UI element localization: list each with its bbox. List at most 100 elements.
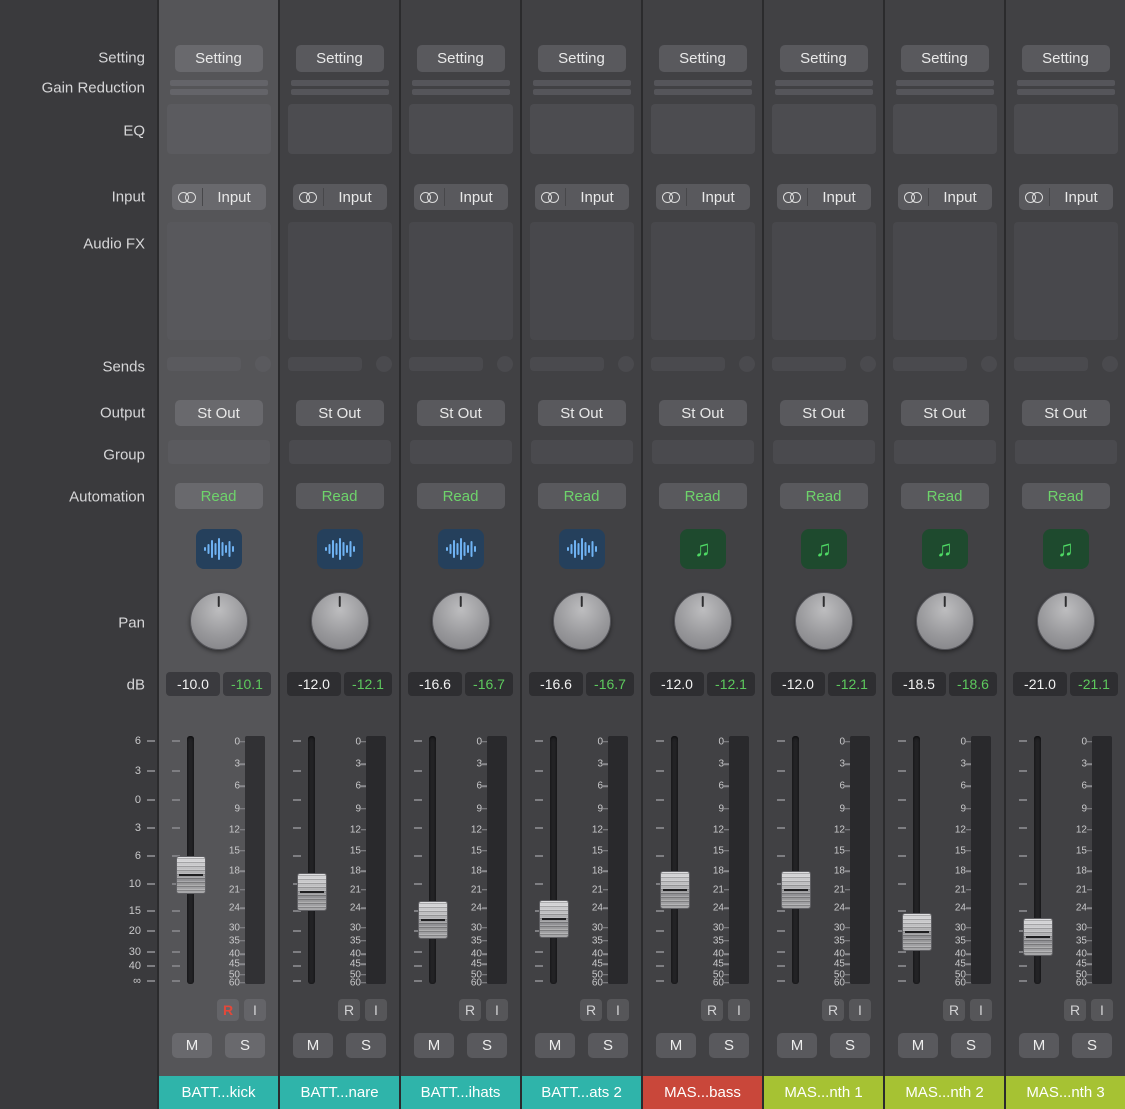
eq-display[interactable] [288, 104, 392, 154]
group-slot[interactable] [1015, 440, 1117, 464]
automation-mode-button[interactable]: Read [417, 483, 505, 509]
automation-mode-button[interactable]: Read [175, 483, 263, 509]
automation-mode-button[interactable]: Read [1022, 483, 1110, 509]
output-button[interactable]: St Out [175, 400, 263, 426]
track-name[interactable]: BATT...ihats [401, 1076, 520, 1109]
input-monitor-button[interactable]: I [849, 999, 871, 1021]
peak-db-value[interactable]: -12.1 [344, 672, 392, 696]
mute-button[interactable]: M [777, 1033, 817, 1058]
track-name[interactable]: BATT...ats 2 [522, 1076, 641, 1109]
output-button[interactable]: St Out [1022, 400, 1110, 426]
pan-knob[interactable] [916, 592, 974, 650]
peak-db-value[interactable]: -16.7 [465, 672, 513, 696]
peak-db-value[interactable]: -12.1 [828, 672, 876, 696]
send-knob[interactable] [618, 356, 634, 372]
eq-display[interactable] [409, 104, 513, 154]
peak-db-value[interactable]: -12.1 [707, 672, 755, 696]
eq-display[interactable] [651, 104, 755, 154]
eq-display[interactable] [893, 104, 997, 154]
output-button[interactable]: St Out [659, 400, 747, 426]
automation-mode-button[interactable]: Read [538, 483, 626, 509]
mute-button[interactable]: M [293, 1033, 333, 1058]
send-knob[interactable] [255, 356, 271, 372]
track-name[interactable]: MAS...nth 2 [885, 1076, 1004, 1109]
volume-db-value[interactable]: -16.6 [408, 672, 462, 696]
track-name[interactable]: MAS...nth 3 [1006, 1076, 1125, 1109]
send-slot[interactable] [1014, 357, 1088, 371]
setting-button[interactable]: Setting [901, 45, 989, 72]
audio-fx-slot[interactable] [409, 222, 513, 340]
send-knob[interactable] [981, 356, 997, 372]
send-slot[interactable] [167, 357, 241, 371]
pan-knob[interactable] [674, 592, 732, 650]
volume-db-value[interactable]: -12.0 [287, 672, 341, 696]
solo-button[interactable]: S [225, 1033, 265, 1058]
record-enable-button[interactable]: R [580, 999, 602, 1021]
input-monitor-button[interactable]: I [607, 999, 629, 1021]
volume-db-value[interactable]: -10.0 [166, 672, 220, 696]
automation-mode-button[interactable]: Read [901, 483, 989, 509]
group-slot[interactable] [410, 440, 512, 464]
setting-button[interactable]: Setting [1022, 45, 1110, 72]
output-button[interactable]: St Out [538, 400, 626, 426]
pan-knob[interactable] [553, 592, 611, 650]
record-enable-button[interactable]: R [1064, 999, 1086, 1021]
send-knob[interactable] [860, 356, 876, 372]
output-button[interactable]: St Out [296, 400, 384, 426]
mute-button[interactable]: M [656, 1033, 696, 1058]
solo-button[interactable]: S [830, 1033, 870, 1058]
audio-fx-slot[interactable] [893, 222, 997, 340]
input-button[interactable]: Input [293, 184, 387, 210]
solo-button[interactable]: S [951, 1033, 991, 1058]
record-enable-button[interactable]: R [217, 999, 239, 1021]
peak-db-value[interactable]: -21.1 [1070, 672, 1118, 696]
send-slot[interactable] [530, 357, 604, 371]
mute-button[interactable]: M [1019, 1033, 1059, 1058]
send-slot[interactable] [409, 357, 483, 371]
input-button[interactable]: Input [535, 184, 629, 210]
setting-button[interactable]: Setting [296, 45, 384, 72]
audio-fx-slot[interactable] [651, 222, 755, 340]
input-monitor-button[interactable]: I [970, 999, 992, 1021]
group-slot[interactable] [289, 440, 391, 464]
group-slot[interactable] [773, 440, 875, 464]
solo-button[interactable]: S [588, 1033, 628, 1058]
volume-db-value[interactable]: -12.0 [771, 672, 825, 696]
send-knob[interactable] [1102, 356, 1118, 372]
peak-db-value[interactable]: -16.7 [586, 672, 634, 696]
send-knob[interactable] [376, 356, 392, 372]
volume-db-value[interactable]: -21.0 [1013, 672, 1067, 696]
setting-button[interactable]: Setting [659, 45, 747, 72]
setting-button[interactable]: Setting [417, 45, 505, 72]
input-monitor-button[interactable]: I [1091, 999, 1113, 1021]
pan-knob[interactable] [432, 592, 490, 650]
audio-fx-slot[interactable] [772, 222, 876, 340]
volume-db-value[interactable]: -12.0 [650, 672, 704, 696]
input-button[interactable]: Input [656, 184, 750, 210]
pan-knob[interactable] [1037, 592, 1095, 650]
pan-knob[interactable] [190, 592, 248, 650]
track-name[interactable]: BATT...nare [280, 1076, 399, 1109]
setting-button[interactable]: Setting [175, 45, 263, 72]
send-slot[interactable] [893, 357, 967, 371]
eq-display[interactable] [772, 104, 876, 154]
eq-display[interactable] [530, 104, 634, 154]
setting-button[interactable]: Setting [780, 45, 868, 72]
mute-button[interactable]: M [535, 1033, 575, 1058]
group-slot[interactable] [531, 440, 633, 464]
audio-fx-slot[interactable] [530, 222, 634, 340]
input-button[interactable]: Input [414, 184, 508, 210]
peak-db-value[interactable]: -18.6 [949, 672, 997, 696]
setting-button[interactable]: Setting [538, 45, 626, 72]
record-enable-button[interactable]: R [338, 999, 360, 1021]
input-monitor-button[interactable]: I [244, 999, 266, 1021]
group-slot[interactable] [168, 440, 270, 464]
group-slot[interactable] [894, 440, 996, 464]
eq-display[interactable] [167, 104, 271, 154]
solo-button[interactable]: S [709, 1033, 749, 1058]
solo-button[interactable]: S [1072, 1033, 1112, 1058]
automation-mode-button[interactable]: Read [296, 483, 384, 509]
output-button[interactable]: St Out [780, 400, 868, 426]
input-monitor-button[interactable]: I [486, 999, 508, 1021]
record-enable-button[interactable]: R [822, 999, 844, 1021]
